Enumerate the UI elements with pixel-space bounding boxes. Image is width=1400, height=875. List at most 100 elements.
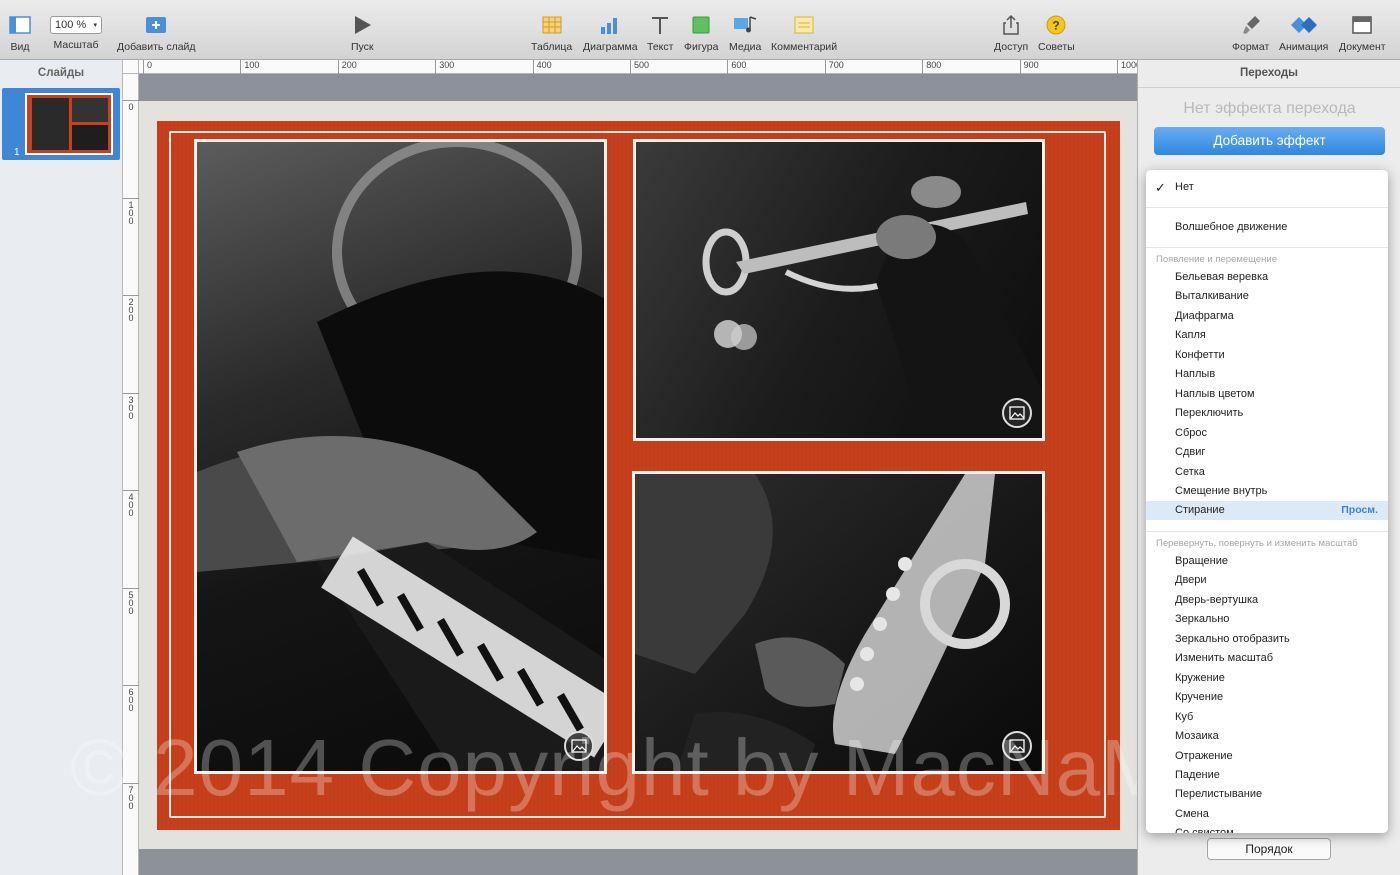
- ruler-tick: 600: [727, 60, 746, 74]
- text-button[interactable]: Текст: [647, 12, 673, 53]
- trumpet-photo[interactable]: [633, 139, 1045, 441]
- table-button[interactable]: Таблица: [531, 12, 572, 53]
- menu-item-label: Стирание: [1175, 504, 1225, 517]
- checkmark-icon: ✓: [1155, 180, 1166, 195]
- ruler-tick: 3 0 0: [123, 392, 139, 420]
- play-label: Пуск: [351, 41, 374, 53]
- add-slide-button[interactable]: Добавить слайд: [117, 12, 196, 53]
- menu-item[interactable]: Куб: [1146, 708, 1388, 727]
- menu-item[interactable]: Дверь-вертушка: [1146, 591, 1388, 610]
- menu-item[interactable]: Стирание Просм.: [1146, 501, 1388, 521]
- horizontal-ruler: 0 100 200 300 400 500 600 700 800 900 1000: [139, 60, 1141, 74]
- animate-button[interactable]: Анимация: [1279, 12, 1328, 53]
- menu-item[interactable]: Зеркально: [1146, 610, 1388, 629]
- ruler-tick: 0: [123, 100, 139, 112]
- zoom-value: 100 %: [55, 19, 87, 31]
- piano-image: [197, 142, 604, 771]
- zoom-select[interactable]: 100 % ▾: [50, 16, 102, 34]
- menu-item[interactable]: Переключить: [1146, 404, 1388, 423]
- ruler-tick: 200: [337, 60, 357, 74]
- svg-text:?: ?: [1053, 19, 1060, 33]
- menu-item[interactable]: Кручение: [1146, 688, 1388, 707]
- share-label: Доступ: [994, 41, 1029, 53]
- menu-item[interactable]: Смещение внутрь: [1146, 482, 1388, 501]
- menu-item-label: Выталкивание: [1175, 290, 1249, 303]
- shape-button[interactable]: Фигура: [684, 12, 719, 53]
- menu-item[interactable]: Сдвиг: [1146, 443, 1388, 462]
- menu-separator: [1146, 531, 1388, 532]
- menu-item[interactable]: Двери: [1146, 571, 1388, 590]
- menu-item[interactable]: Отражение: [1146, 747, 1388, 766]
- menu-item-label: Капля: [1175, 329, 1206, 342]
- table-label: Таблица: [531, 41, 573, 53]
- menu-item[interactable]: Бельевая веревка: [1146, 268, 1388, 287]
- menu-item-label: Сетка: [1175, 465, 1205, 478]
- media-button[interactable]: Медиа: [729, 12, 761, 53]
- menu-item-none[interactable]: ✓ Нет: [1146, 178, 1388, 197]
- menu-item[interactable]: Сброс: [1146, 424, 1388, 443]
- slide-number: 1: [14, 147, 20, 158]
- menu-item[interactable]: Перелистывание: [1146, 785, 1388, 804]
- ruler-tick: 900: [1019, 60, 1039, 74]
- ruler-tick: 700: [824, 60, 844, 74]
- play-icon: [355, 16, 372, 34]
- menu-item[interactable]: Конфетти: [1146, 346, 1388, 365]
- tips-button[interactable]: ? Советы: [1038, 12, 1075, 53]
- menu-item[interactable]: Вращение: [1146, 552, 1388, 571]
- menu-item-label: Переключить: [1175, 407, 1244, 420]
- zoom-control[interactable]: 100 % ▾ Масштаб: [50, 12, 102, 51]
- menu-item-label: Конфетти: [1175, 348, 1225, 361]
- document-button[interactable]: Документ: [1339, 12, 1386, 53]
- document-label: Документ: [1339, 41, 1386, 53]
- ruler-tick: 400: [532, 60, 552, 74]
- image-placeholder-button[interactable]: [1002, 398, 1032, 428]
- menu-item[interactable]: Со свистом: [1146, 824, 1388, 833]
- menu-item[interactable]: Наплыв цветом: [1146, 385, 1388, 404]
- menu-item-label: Нет: [1175, 181, 1194, 193]
- menu-section-flip-rotate: Перевернуть, повернуть и изменить масшта…: [1156, 538, 1358, 549]
- menu-item[interactable]: Капля: [1146, 326, 1388, 345]
- menu-item-magic-move[interactable]: Волшебное движение: [1146, 218, 1388, 237]
- chart-icon: [601, 18, 618, 34]
- order-button[interactable]: Порядок: [1207, 838, 1331, 860]
- add-slide-icon: [146, 17, 167, 33]
- menu-item-label: Сброс: [1175, 426, 1207, 439]
- shape-label: Фигура: [684, 41, 719, 53]
- menu-separator: [1146, 207, 1388, 208]
- share-button[interactable]: Доступ: [994, 12, 1028, 53]
- slide-thumbnail-1[interactable]: 1: [2, 88, 120, 160]
- effect-menu: ✓ Нет Волшебное движение Появление и пере…: [1146, 170, 1388, 833]
- menu-item[interactable]: Изменить масштаб: [1146, 649, 1388, 668]
- menu-item[interactable]: Наплыв: [1146, 365, 1388, 384]
- menu-item[interactable]: Диафрагма: [1146, 307, 1388, 326]
- format-label: Формат: [1232, 41, 1270, 53]
- media-label: Медиа: [729, 41, 762, 53]
- preview-button[interactable]: Просм.: [1341, 501, 1378, 520]
- add-effect-button[interactable]: Добавить эффект: [1154, 127, 1385, 155]
- tips-label: Советы: [1038, 41, 1075, 53]
- media-icon: [734, 16, 757, 33]
- image-icon: [1009, 406, 1025, 420]
- play-button[interactable]: Пуск: [351, 12, 374, 53]
- menu-section-appear-move: Появление и перемещение: [1156, 254, 1277, 265]
- chart-button[interactable]: Диаграмма: [583, 12, 638, 53]
- menu-item[interactable]: Выталкивание: [1146, 287, 1388, 306]
- menu-item[interactable]: Сетка: [1146, 463, 1388, 482]
- menu-item[interactable]: Падение: [1146, 766, 1388, 785]
- slide-thumbnail-image: [25, 93, 113, 155]
- zoom-label: Масштаб: [53, 39, 99, 51]
- comment-button[interactable]: Комментарий: [771, 12, 837, 53]
- menu-item[interactable]: Смена: [1146, 805, 1388, 824]
- ruler-tick: 6 0 0: [123, 685, 139, 713]
- menu-item[interactable]: Мозаика: [1146, 727, 1388, 746]
- ruler-tick: 1 0 0: [123, 197, 139, 225]
- view-label: Вид: [10, 41, 30, 53]
- piano-photo[interactable]: [194, 139, 607, 774]
- format-button[interactable]: Формат: [1232, 12, 1269, 53]
- menu-separator: [1146, 247, 1388, 248]
- view-button[interactable]: Вид: [8, 12, 32, 53]
- question-icon: ?: [1046, 15, 1066, 35]
- shape-icon: [692, 16, 710, 34]
- menu-item[interactable]: Зеркально отобразить: [1146, 630, 1388, 649]
- menu-item[interactable]: Кружение: [1146, 669, 1388, 688]
